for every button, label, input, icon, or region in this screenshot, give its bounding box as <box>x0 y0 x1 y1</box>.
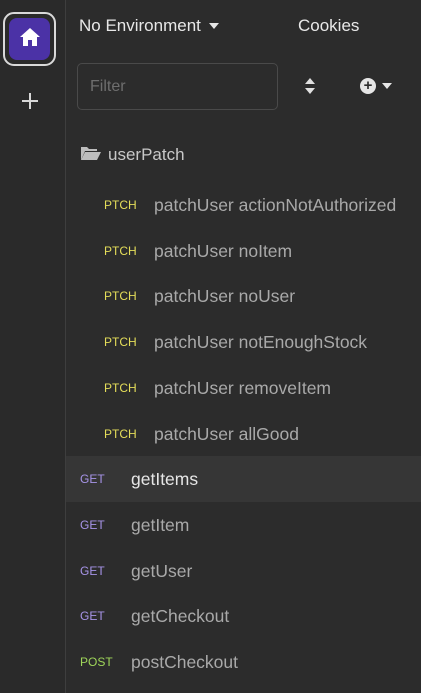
method-badge: GET <box>80 609 105 623</box>
create-menu-button[interactable]: + <box>360 78 392 94</box>
home-button[interactable] <box>9 18 50 60</box>
method-badge: PTCH <box>104 335 137 349</box>
request-name: patchUser allGood <box>154 423 299 444</box>
request-name: getItems <box>131 468 199 489</box>
request-name: postCheckout <box>131 651 239 672</box>
filter-input[interactable] <box>77 63 278 110</box>
method-badge: GET <box>80 564 105 578</box>
request-item[interactable]: PTCH patchUser actionNotAuthorized <box>66 182 421 228</box>
request-item[interactable]: GET getItem <box>66 502 421 548</box>
plus-icon <box>21 92 39 115</box>
sort-button[interactable] <box>300 77 320 99</box>
request-name: patchUser noUser <box>154 285 296 306</box>
request-name: patchUser removeItem <box>154 377 332 398</box>
request-name: getUser <box>131 560 193 581</box>
folder-open-icon <box>80 145 102 166</box>
method-badge: PTCH <box>104 289 137 303</box>
environment-dropdown[interactable]: No Environment <box>79 16 219 36</box>
caret-down-icon <box>382 83 392 89</box>
cookies-button[interactable]: Cookies <box>298 16 359 36</box>
method-badge: GET <box>80 518 105 532</box>
home-button-frame[interactable] <box>3 12 56 66</box>
caret-down-icon <box>208 23 219 29</box>
request-item[interactable]: PTCH patchUser noItem <box>66 228 421 274</box>
method-badge: PTCH <box>104 381 137 395</box>
request-item[interactable]: PTCH patchUser noUser <box>66 273 421 319</box>
method-badge: POST <box>80 655 113 669</box>
plus-circle-icon: + <box>360 78 376 94</box>
sort-icon <box>304 77 316 100</box>
method-badge: PTCH <box>104 244 137 258</box>
request-item[interactable]: GET getCheckout <box>66 593 421 639</box>
request-item[interactable]: POST postCheckout <box>66 639 421 685</box>
home-icon <box>19 27 41 52</box>
request-item[interactable]: PTCH patchUser notEnoughStock <box>66 319 421 365</box>
request-name: getItem <box>131 514 190 535</box>
top-bar: No Environment Cookies <box>66 0 421 52</box>
left-rail <box>0 0 66 693</box>
request-item[interactable]: PTCH patchUser removeItem <box>66 365 421 411</box>
request-name: patchUser notEnoughStock <box>154 331 368 352</box>
request-name: getCheckout <box>131 605 230 626</box>
request-item-active[interactable]: GET getItems <box>66 456 421 502</box>
request-name: patchUser actionNotAuthorized <box>154 194 397 215</box>
folder-userpatch[interactable]: userPatch <box>80 140 185 170</box>
request-name: patchUser noItem <box>154 240 293 261</box>
request-item[interactable]: PTCH patchUser allGood <box>66 411 421 457</box>
method-badge: GET <box>80 472 105 486</box>
method-badge: PTCH <box>104 427 137 441</box>
request-item[interactable]: GET getUser <box>66 548 421 594</box>
folder-name: userPatch <box>108 145 185 164</box>
environment-label: No Environment <box>79 16 201 35</box>
add-workspace-button[interactable] <box>17 90 43 116</box>
method-badge: PTCH <box>104 198 137 212</box>
